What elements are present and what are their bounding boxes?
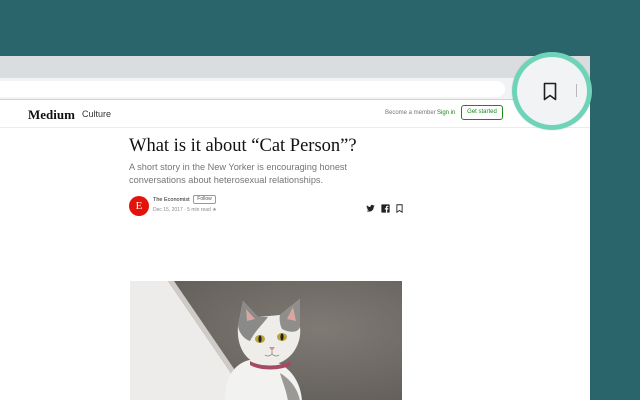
browser-window: Medium Culture Become a member Sign in G…	[0, 56, 590, 400]
bookmark-icon[interactable]	[543, 82, 557, 101]
browser-chrome	[0, 56, 590, 100]
bookmark-icon[interactable]	[395, 204, 404, 213]
article-subtitle: A short story in the New Yorker is encou…	[129, 162, 348, 185]
url-field[interactable]	[0, 81, 505, 97]
section-link-culture[interactable]: Culture	[82, 109, 111, 119]
get-started-button[interactable]: Get started	[461, 105, 503, 120]
article-title: What is it about “Cat Person”?	[129, 136, 357, 156]
author-name[interactable]: The Economist	[153, 197, 190, 203]
toolbar-separator-zoomed	[576, 84, 577, 97]
follow-button[interactable]: Follow	[193, 195, 216, 204]
facebook-icon[interactable]	[381, 204, 390, 213]
top-navigation: Medium Culture Become a member Sign in G…	[0, 100, 590, 128]
article-page: Medium Culture Become a member Sign in G…	[0, 100, 590, 400]
twitter-icon[interactable]	[366, 204, 375, 213]
become-member-link[interactable]: Become a member	[385, 110, 436, 116]
address-bar	[0, 78, 590, 100]
medium-logo[interactable]: Medium	[28, 107, 75, 123]
author-avatar[interactable]: E	[129, 196, 149, 216]
tab-strip	[0, 56, 590, 78]
sign-in-link[interactable]: Sign in	[437, 110, 455, 116]
article-photo	[130, 281, 402, 400]
article-meta: Dec 15, 2017 · 5 min read ★	[153, 207, 217, 213]
